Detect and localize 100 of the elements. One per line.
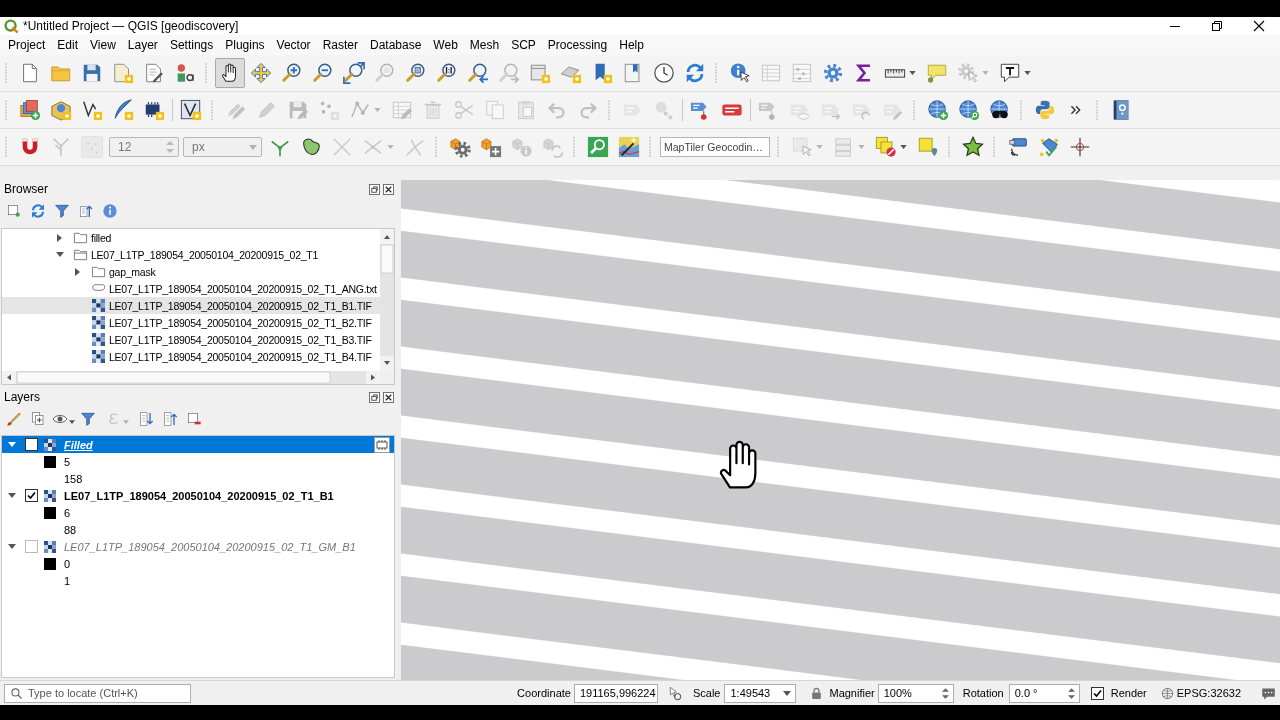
wand-icon[interactable] xyxy=(617,136,640,158)
globe-plus-icon[interactable] xyxy=(926,99,949,121)
speech-bubble-icon[interactable] xyxy=(925,62,948,84)
close-icon[interactable] xyxy=(1253,20,1265,32)
menu-item[interactable]: Help xyxy=(613,35,650,55)
map-window-icon[interactable] xyxy=(528,62,551,84)
square-pin-icon[interactable] xyxy=(916,136,939,158)
menu-item[interactable]: Database xyxy=(363,35,428,55)
search-square-icon[interactable] xyxy=(586,136,609,158)
spin-arrows-icon[interactable] xyxy=(941,686,949,700)
overlapping-windows-icon[interactable] xyxy=(369,391,380,403)
close-icon[interactable] xyxy=(383,183,394,195)
python-icon[interactable] xyxy=(1033,99,1056,121)
grip-icon[interactable] xyxy=(648,136,652,158)
globe-binoculars-icon[interactable] xyxy=(988,99,1011,121)
add-layers-icon[interactable] xyxy=(18,99,41,121)
rotation-spinbox[interactable]: 0.0 ° xyxy=(1008,683,1080,703)
crosshair-icon[interactable] xyxy=(1068,136,1091,158)
cube-plus-icon[interactable] xyxy=(479,136,502,158)
grip-icon[interactable] xyxy=(714,62,718,84)
caret-icon[interactable] xyxy=(909,71,916,75)
globe-icon[interactable] xyxy=(1160,686,1174,700)
tree-item-label[interactable]: gap_mask xyxy=(109,265,156,278)
render-checkbox[interactable] xyxy=(1090,686,1104,700)
grip-icon[interactable] xyxy=(607,99,611,121)
list-down-arrow-icon[interactable] xyxy=(138,411,154,427)
square-dot-icon[interactable] xyxy=(6,203,22,219)
list-up-arrow-icon[interactable] xyxy=(162,411,178,427)
grip-icon[interactable] xyxy=(204,62,208,84)
grip-icon[interactable] xyxy=(4,62,8,84)
grip-icon[interactable] xyxy=(210,99,214,121)
magnifier-arrows-icon[interactable] xyxy=(342,62,365,84)
funnel-icon[interactable] xyxy=(80,411,96,427)
square-minus-icon[interactable] xyxy=(186,411,202,427)
caret-icon[interactable] xyxy=(783,690,792,696)
grip-icon[interactable] xyxy=(1095,99,1099,121)
horizontal-scrollbar[interactable] xyxy=(2,371,394,384)
scale-combo[interactable]: 1:49543 xyxy=(724,683,797,703)
page-star-icon[interactable] xyxy=(111,62,134,84)
grip-icon[interactable] xyxy=(912,99,916,121)
layer-checkbox[interactable] xyxy=(25,438,38,451)
magnifier-left-arrow-icon[interactable] xyxy=(466,62,489,84)
tree-item-label[interactable]: LE07_L1TP_189054_20050104_20200915_02_T1_B1.TIF xyxy=(109,299,372,312)
magnifier-lines-icon[interactable] xyxy=(435,62,458,84)
grip-icon[interactable] xyxy=(776,136,780,158)
squares-forbidden-icon[interactable] xyxy=(875,136,897,158)
layer-name[interactable]: LE07_L1TP_189054_20050104_20200915_02_T1_B1 xyxy=(64,489,390,502)
tree-row[interactable]: LE07_L1TP_189054_20050104_20200915_02_T1_B1.TIF xyxy=(2,297,380,314)
tree-item-label[interactable]: filled xyxy=(91,231,112,244)
caret-down-icon[interactable] xyxy=(8,441,16,448)
menu-item[interactable]: Raster xyxy=(316,35,364,55)
caret-icon[interactable] xyxy=(1024,71,1031,75)
globe-search-icon[interactable] xyxy=(957,99,980,121)
tree-item-label[interactable]: LE07_L1TP_189054_20050104_20200915_02_T1_B3.TIF xyxy=(109,333,372,346)
page-up-arrow-icon[interactable] xyxy=(78,203,94,219)
gear-cubes-icon[interactable] xyxy=(448,136,471,158)
geopackage-icon[interactable] xyxy=(49,99,72,121)
caret-right-icon[interactable] xyxy=(57,233,63,242)
tree-item-label[interactable]: LE07_L1TP_189054_20050104_20200915_02_T1_B2.TIF xyxy=(109,316,372,329)
info-cursor-icon[interactable] xyxy=(728,62,751,84)
menu-item[interactable]: Layer xyxy=(121,35,164,55)
overlapping-windows-icon[interactable] xyxy=(369,183,380,195)
menu-item[interactable]: Edit xyxy=(51,35,85,55)
magnifier-plus-icon[interactable] xyxy=(280,62,303,84)
menu-item[interactable]: Settings xyxy=(163,35,220,55)
geocoder-field[interactable]: MapTiler Geocodin… xyxy=(660,137,770,157)
caret-down-icon[interactable] xyxy=(56,251,64,258)
tree-item-label[interactable]: LE07_L1TP_189054_20050104_20200915_02_T1_B4.TIF xyxy=(109,350,372,363)
spin-arrows-icon[interactable] xyxy=(1067,686,1075,700)
caret-down-icon[interactable] xyxy=(8,543,16,550)
menu-item[interactable]: Project xyxy=(2,35,52,55)
magnifier-page-icon[interactable] xyxy=(404,62,427,84)
clock-icon[interactable] xyxy=(652,62,675,84)
restore-icon[interactable] xyxy=(1211,20,1223,32)
coordinate-field[interactable]: 191165,996224 xyxy=(573,683,658,703)
lock-icon[interactable] xyxy=(810,686,824,700)
text-bubble-icon[interactable] xyxy=(999,62,1021,84)
circular-arrows-icon[interactable] xyxy=(30,203,46,219)
grip-icon[interactable] xyxy=(947,136,951,158)
polygon-check-icon[interactable] xyxy=(1037,136,1060,158)
menu-item[interactable]: Web xyxy=(427,35,464,55)
crs-button[interactable]: EPSG:32632 xyxy=(1160,686,1241,700)
vertical-scrollbar[interactable] xyxy=(380,229,394,371)
pages-plus-icon[interactable] xyxy=(30,411,46,427)
grip-icon[interactable] xyxy=(4,136,8,158)
tree-item-label[interactable]: LE07_L1TP_189054_20050104_20200915_02_T1 xyxy=(91,248,319,261)
menu-item[interactable]: Vector xyxy=(270,35,317,55)
cursor-icon[interactable] xyxy=(666,685,682,701)
grip-icon[interactable] xyxy=(434,136,438,158)
menu-item[interactable]: Processing xyxy=(541,35,614,55)
grip-icon[interactable] xyxy=(572,136,576,158)
paint-brush-icon[interactable] xyxy=(6,411,22,427)
close-icon[interactable] xyxy=(383,391,394,403)
gear-icon[interactable] xyxy=(821,62,844,84)
magnifier-spinbox[interactable]: 100% xyxy=(877,683,954,703)
menu-item[interactable]: View xyxy=(84,35,122,55)
pan-arrows-icon[interactable] xyxy=(249,62,272,84)
polyline-star-icon[interactable] xyxy=(80,99,103,121)
caret-down-icon[interactable] xyxy=(8,492,16,499)
star-icon[interactable] xyxy=(961,136,984,158)
